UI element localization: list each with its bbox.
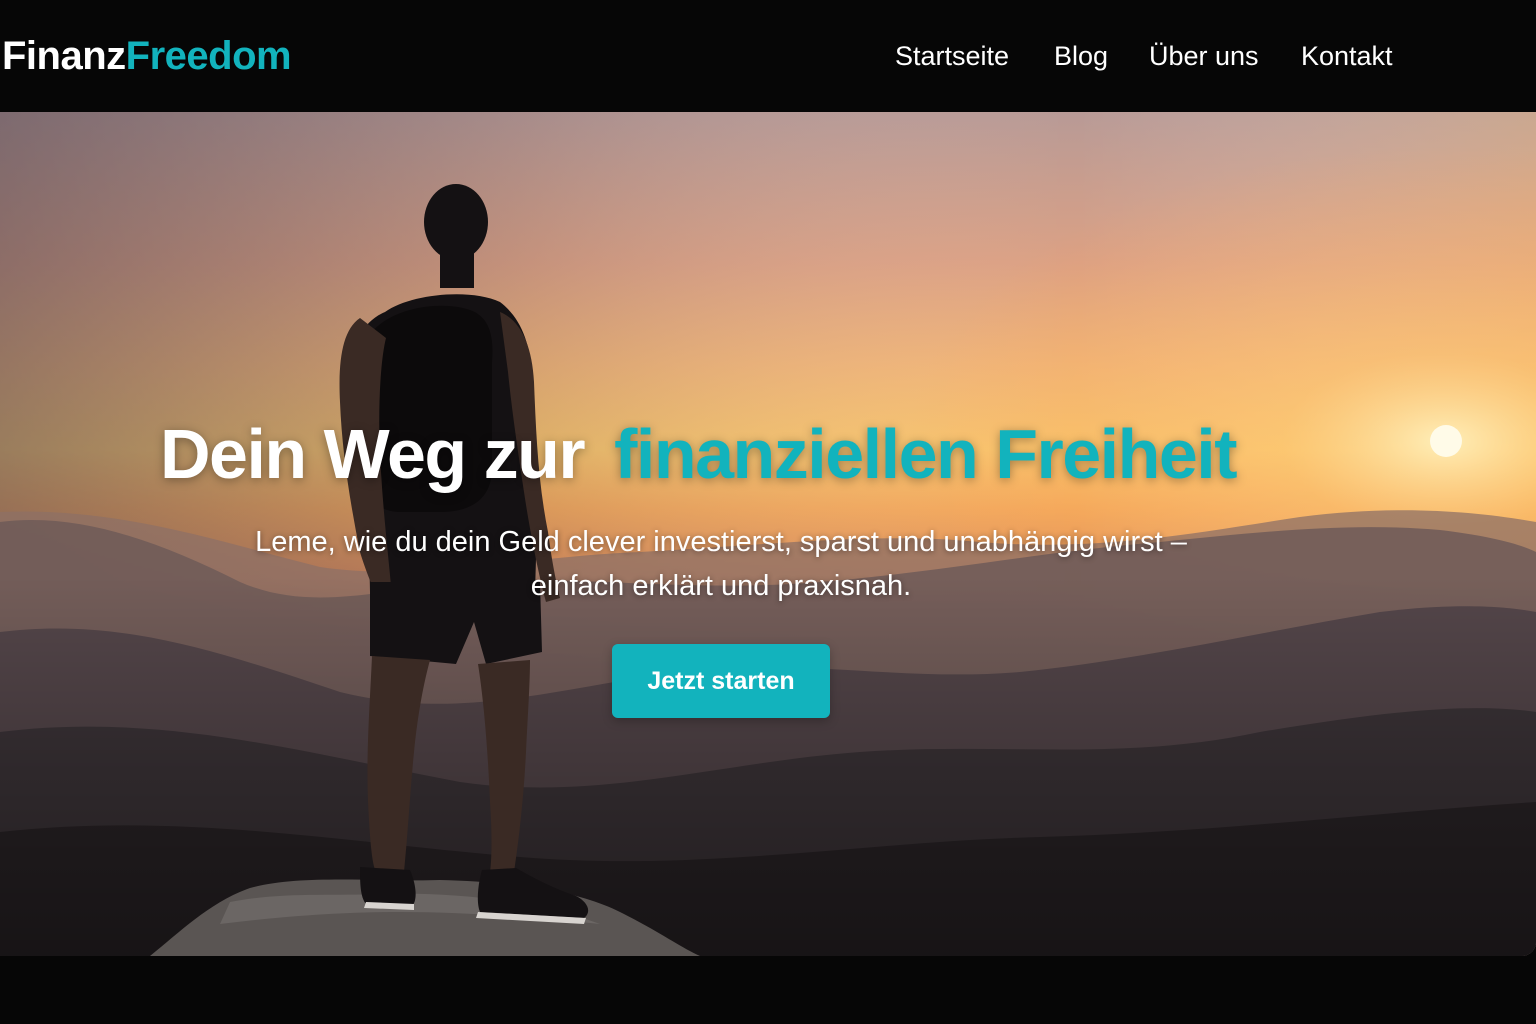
nav-link-startseite[interactable]: Startseite bbox=[895, 38, 1009, 74]
cta-start-button[interactable]: Jetzt starten bbox=[612, 644, 830, 718]
subline-line-1: Leme, wie du dein Geld clever investiers… bbox=[255, 526, 1187, 558]
main-navigation: Startseite Blog Über uns Kontakt bbox=[0, 38, 1536, 78]
subline-line-2: einfach erklärt und praxisnah. bbox=[530, 570, 912, 602]
hero-headline: Dein Weg zur finanziellen Freiheit bbox=[160, 414, 1238, 494]
hero-section: Dein Weg zur finanziellen Freiheit Leme, … bbox=[0, 112, 1536, 956]
headline-part-white: Dein Weg zur bbox=[160, 415, 586, 493]
nav-link-ueber-uns[interactable]: Über uns bbox=[1149, 38, 1259, 74]
headline-part-accent: finanziellen Freiheit bbox=[614, 415, 1237, 493]
hero-subline: Leme, wie du dein Geld clever investiers… bbox=[160, 520, 1282, 608]
nav-link-blog[interactable]: Blog bbox=[1054, 38, 1108, 74]
nav-link-kontakt[interactable]: Kontakt bbox=[1301, 38, 1393, 74]
site-header: FinanzFreedom Startseite Blog Über uns K… bbox=[0, 0, 1536, 112]
landing-page: FinanzFreedom Startseite Blog Über uns K… bbox=[0, 0, 1536, 1024]
